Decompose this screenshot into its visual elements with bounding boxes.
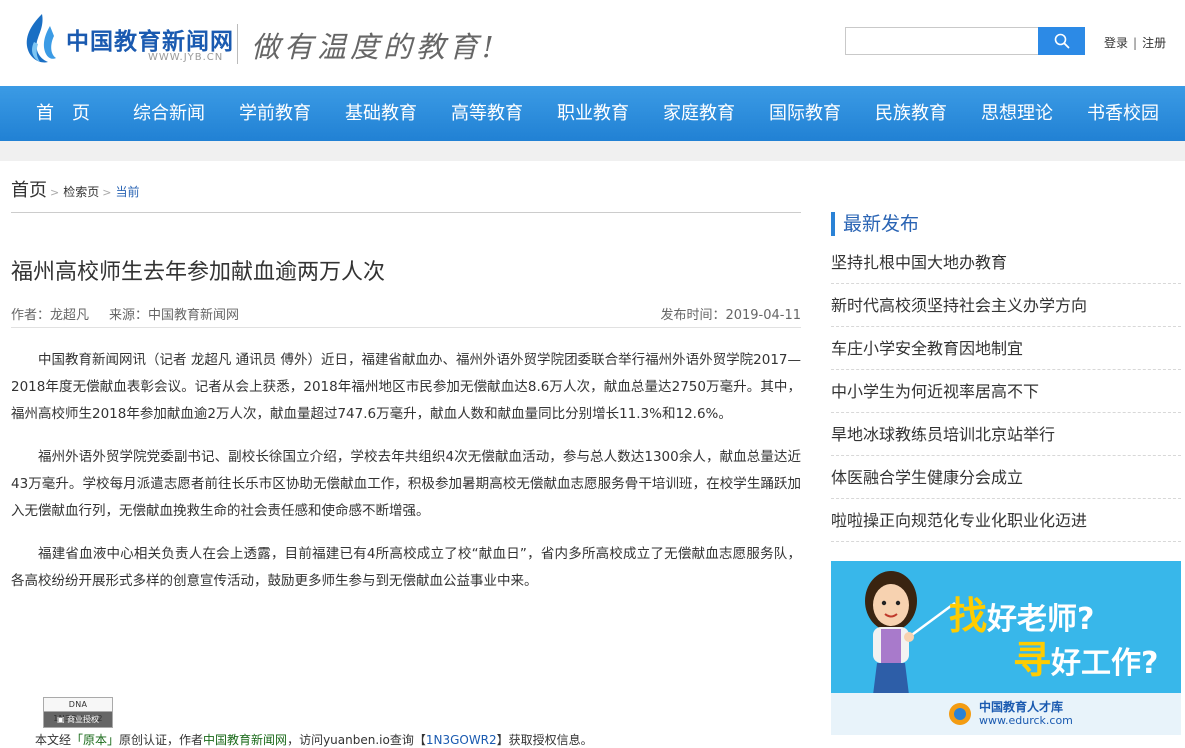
nav-item-vocational[interactable]: 职业教育 — [550, 86, 636, 141]
list-item[interactable]: 坚持扎根中国大地办教育 — [831, 241, 1181, 284]
search-button[interactable] — [1038, 27, 1085, 55]
credit-code-link[interactable]: 1N3GOWR2 — [426, 733, 497, 747]
list-item[interactable]: 车庄小学安全教育因地制宜 — [831, 327, 1181, 370]
nav-item-higher[interactable]: 高等教育 — [444, 86, 530, 141]
link-separator: | — [1133, 36, 1138, 50]
flame-logo-icon[interactable] — [20, 12, 60, 68]
dna-code: DNA 1N3GOWR2 — [44, 698, 112, 723]
teacher-illustration — [865, 571, 956, 695]
chevron-right-icon: > — [102, 186, 112, 199]
talent-logo-icon — [949, 703, 971, 725]
breadcrumb-home[interactable]: 首页 — [11, 180, 47, 201]
article-paragraph: 福州外语外贸学院党委副书记、副校长徐国立介绍，学校去年共组织4次无偿献血活动，参… — [11, 449, 801, 519]
copyright-credit: 本文经「原本」原创认证，作者中国教育新闻网，访问yuanben.io查询【1N3… — [35, 733, 593, 747]
latest-news-list: 坚持扎根中国大地办教育 新时代高校须坚持社会主义办学方向 车庄小学安全教育因地制… — [831, 241, 1181, 542]
list-item[interactable]: 新时代高校须坚持社会主义办学方向 — [831, 284, 1181, 327]
breadcrumb-search[interactable]: 检索页 — [63, 185, 99, 199]
article-body: 中国教育新闻网讯（记者 龙超凡 通讯员 傅外）近日，福建省献血办、福州外语外贸学… — [11, 347, 801, 611]
dna-badge[interactable]: DNA 1N3GOWR2 ▣ 商业授权 — [43, 697, 113, 728]
nav-item-family[interactable]: 家庭教育 — [656, 86, 742, 141]
chevron-right-icon: > — [50, 186, 60, 199]
meta-divider — [11, 327, 801, 328]
article-paragraph: 中国教育新闻网讯（记者 龙超凡 通讯员 傅外）近日，福建省献血办、福州外语外贸学… — [11, 352, 801, 422]
breadcrumb: 首页 > 检索页 > 当前 — [11, 176, 139, 202]
list-item[interactable]: 中小学生为何近视率居高不下 — [831, 370, 1181, 413]
search-input[interactable] — [845, 27, 1039, 55]
site-name[interactable]: 中国教育新闻网 — [66, 22, 234, 56]
credit-author-link[interactable]: 中国教育新闻网 — [203, 733, 287, 747]
ad-headline-2: 寻好工作? — [1013, 638, 1159, 682]
talent-ad-banner[interactable]: 找好老师? 寻好工作? 中国教育人才库 www.edurck.com — [831, 561, 1181, 735]
breadcrumb-divider — [11, 212, 801, 213]
slogan: 做有温度的教育! — [251, 30, 498, 64]
list-item[interactable]: 旱地冰球教练员培训北京站举行 — [831, 413, 1181, 456]
shield-icon: ▣ — [56, 715, 68, 724]
article-date: 发布时间：2019-04-11 — [660, 308, 801, 323]
ad-logo-url: www.edurck.com — [979, 714, 1073, 727]
nav-item-basic[interactable]: 基础教育 — [338, 86, 424, 141]
nav-item-ethnic[interactable]: 民族教育 — [868, 86, 954, 141]
logo-divider — [237, 24, 238, 64]
article-author: 作者：龙超凡 — [11, 308, 90, 323]
account-links: 登录 | 注册 — [1104, 34, 1166, 51]
site-header: 中国教育新闻网 WWW.JYB.CN 做有温度的教育! 登录 | 注册 — [0, 0, 1185, 86]
article-source: 来源：中国教育新闻网 — [109, 308, 240, 323]
nav-item-theory[interactable]: 思想理论 — [974, 86, 1060, 141]
login-link[interactable]: 登录 — [1104, 36, 1128, 50]
ad-logo-name: 中国教育人才库 — [979, 700, 1064, 714]
article-title: 福州高校师生去年参加献血逾两万人次 — [11, 260, 386, 285]
sidebar-title: 最新发布 — [831, 212, 919, 236]
breadcrumb-current: 当前 — [115, 185, 140, 199]
list-item[interactable]: 体医融合学生健康分会成立 — [831, 456, 1181, 499]
main-nav: 首 页 综合新闻 学前教育 基础教育 高等教育 职业教育 家庭教育 国际教育 民… — [0, 86, 1185, 141]
article-paragraph: 福建省血液中心相关负责人在会上透露，目前福建已有4所高校成立了校“献血日”，省内… — [11, 546, 801, 589]
yuanben-link[interactable]: 「原本」 — [71, 733, 119, 747]
search-icon — [1054, 33, 1069, 49]
article-meta: 作者：龙超凡 来源：中国教育新闻网 — [11, 304, 239, 323]
nav-item-general-news[interactable]: 综合新闻 — [126, 86, 212, 141]
nav-item-preschool[interactable]: 学前教育 — [232, 86, 318, 141]
nav-item-international[interactable]: 国际教育 — [762, 86, 848, 141]
header-band — [0, 141, 1185, 161]
register-link[interactable]: 注册 — [1142, 36, 1166, 50]
list-item[interactable]: 啦啦操正向规范化专业化职业化迈进 — [831, 499, 1181, 542]
site-url: WWW.JYB.CN — [148, 52, 224, 63]
nav-item-home[interactable]: 首 页 — [20, 86, 106, 141]
nav-item-campus[interactable]: 书香校园 — [1080, 86, 1166, 141]
